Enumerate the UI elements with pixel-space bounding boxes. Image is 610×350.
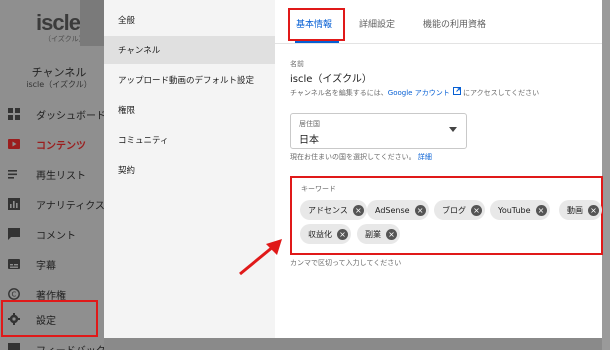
sidebar-item-comments[interactable]: コメント [0,221,104,247]
settings-nav-permissions[interactable]: 権限 [104,96,275,124]
keyword-chip: アドセンス × [300,200,367,220]
sidebar-item-content[interactable]: コンテンツ [0,131,104,157]
studio-sidebar: iscle （イズクル） チャンネル iscle（イズクル） ダッシュボード コ… [0,0,136,350]
country-value: 日本 [299,135,319,146]
country-select[interactable]: 居住国 日本 [290,113,467,149]
caret-down-icon [449,127,457,132]
sidebar-item-label: ダッシュボード [36,110,106,122]
dashboard-icon [8,108,20,120]
settings-panel: 基本情報 詳細設定 機能の利用資格 名前 iscle（イズクル） チャンネル名を… [275,0,603,338]
svg-text:C: C [12,291,17,299]
sidebar-item-label: コンテンツ [36,140,86,152]
country-label: 居住国 [299,120,320,128]
sidebar-item-dashboard[interactable]: ダッシュボード [0,101,106,127]
keywords-label: キーワード [301,185,336,193]
settings-highlight-box [1,300,98,337]
channel-name-value: iscle（イズクル） [290,74,372,85]
country-details-link[interactable]: 詳細 [418,153,432,161]
name-help: チャンネル名を編集するには、Google アカウント にアクセスしてください [290,87,540,97]
background-strip [104,338,602,350]
sidebar-item-analytics[interactable]: アナリティクス [0,191,105,217]
close-icon[interactable]: × [535,204,547,216]
settings-nav-agreements[interactable]: 契約 [104,156,275,184]
google-account-link[interactable]: Google アカウント [388,89,450,97]
feedback-icon [8,343,20,350]
analytics-icon [8,198,20,210]
tab-highlight-box [288,8,345,41]
keyword-chip: ブログ × [434,200,485,220]
sidebar-item-subtitles[interactable]: 字幕 [0,251,104,277]
annotation-arrow [239,239,282,276]
content-icon [8,138,20,150]
sidebar-item-label: 字幕 [36,260,56,272]
settings-nav: 全般 チャンネル アップロード動画のデフォルト設定 権限 コミュニティ 契約 [104,0,275,338]
sidebar-item-label: コメント [36,230,76,242]
keywords-field[interactable]: キーワード アドセンス × AdSense × ブログ × YouTube × 動画 × … [290,176,603,255]
sidebar-item-label: アナリティクス [36,200,105,212]
channel-title: チャンネル [31,66,87,79]
avatar[interactable] [80,0,104,46]
country-help: 現在お住まいの国を選択してください。 詳細 [290,153,432,161]
keyword-chip: 副業 × [357,224,400,244]
settings-nav-upload-defaults[interactable]: アップロード動画のデフォルト設定 [104,66,275,94]
keyword-chip: 収益化 × [300,224,351,244]
sidebar-item-label: 再生リスト [36,170,86,182]
keyword-chip: YouTube × [490,200,550,220]
close-icon[interactable]: × [414,204,426,216]
settings-nav-general[interactable]: 全般 [104,6,275,34]
keywords-help: カンマで区切って入力してください [290,259,402,267]
tab-advanced[interactable]: 詳細設定 [359,17,395,30]
subtitles-icon [8,258,20,270]
close-icon[interactable]: × [471,204,482,216]
comment-icon [8,228,20,240]
tab-bar: 基本情報 詳細設定 機能の利用資格 [275,0,602,44]
keyword-chip: 動画 × [559,200,602,220]
settings-nav-community[interactable]: コミュニティ [104,126,275,154]
settings-dialog: 全般 チャンネル アップロード動画のデフォルト設定 権限 コミュニティ 契約 基… [104,0,603,338]
copyright-icon: C [8,288,20,300]
close-icon[interactable]: × [352,204,364,216]
close-icon[interactable]: × [386,228,397,240]
tab-feature-eligibility[interactable]: 機能の利用資格 [423,17,486,30]
settings-nav-channel[interactable]: チャンネル [104,36,275,64]
close-icon[interactable]: × [337,228,348,240]
name-label: 名前 [290,60,304,68]
sidebar-item-playlists[interactable]: 再生リスト [0,161,104,187]
keyword-chip: AdSense × [367,200,429,220]
external-link-icon [452,87,461,97]
playlist-icon [8,168,20,180]
sidebar-item-feedback[interactable]: フィードバックを送信 [0,336,136,350]
channel-subtitle: iscle（イズクル） [26,80,92,89]
close-icon[interactable]: × [588,204,599,216]
